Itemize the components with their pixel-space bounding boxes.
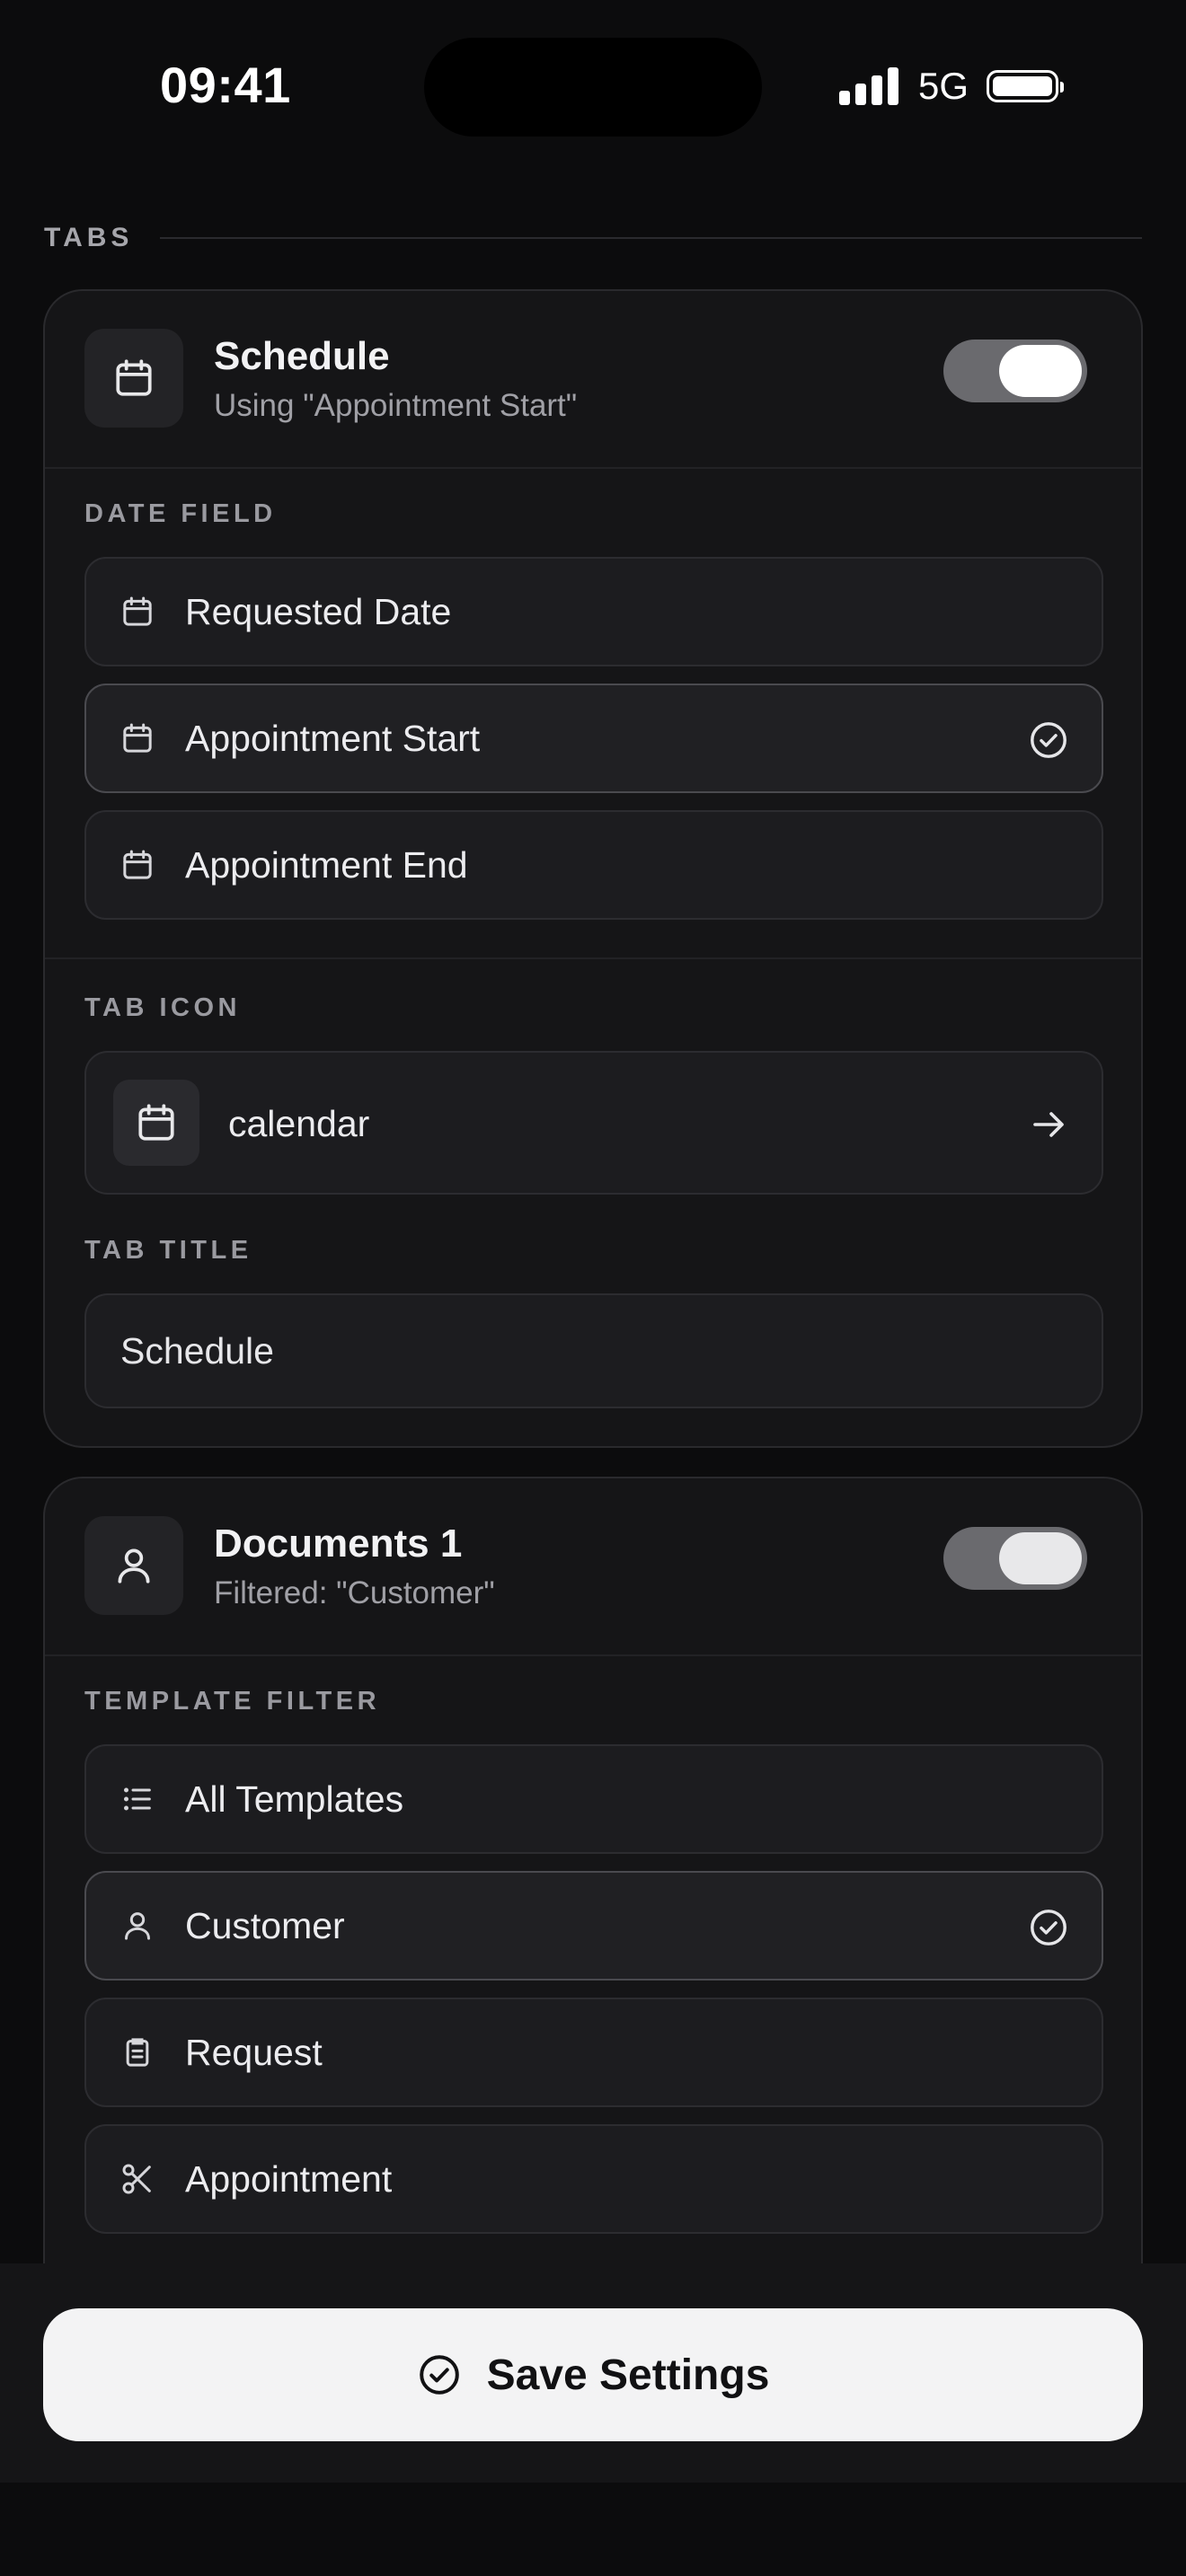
- toggle-knob: [999, 345, 1082, 397]
- arrow-right-icon: [1033, 1112, 1064, 1137]
- check-circle-icon: [1031, 1910, 1067, 1945]
- card-divider: [45, 957, 1141, 959]
- tab-subtitle: Filtered: "Customer": [214, 1575, 495, 1610]
- date-option-requested-date[interactable]: Requested Date: [84, 557, 1103, 666]
- dynamic-island: [424, 38, 762, 137]
- filter-option-request[interactable]: Request: [84, 1998, 1103, 2107]
- status-time: 09:41: [160, 57, 291, 113]
- tab-title-input[interactable]: Schedule: [84, 1293, 1103, 1408]
- option-label: Request: [185, 2031, 323, 2073]
- footer-bar: Save Settings: [0, 2263, 1186, 2483]
- tab-title-label: TAB TITLE: [84, 1236, 252, 1265]
- tab-title: Documents 1: [214, 1522, 463, 1566]
- tab-subtitle: Using "Appointment Start": [214, 388, 578, 423]
- date-option-appointment-end[interactable]: Appointment End: [84, 810, 1103, 920]
- list-icon: [117, 1778, 158, 1820]
- check-circle-icon: [1031, 722, 1067, 758]
- date-option-appointment-start[interactable]: Appointment Start: [84, 684, 1103, 793]
- filter-option-customer[interactable]: Customer: [84, 1871, 1103, 1981]
- option-label: Appointment Start: [185, 717, 481, 759]
- save-settings-button[interactable]: Save Settings: [43, 2308, 1143, 2441]
- date-field-label: DATE FIELD: [84, 499, 277, 528]
- calendar-icon: [117, 718, 158, 759]
- tab-icon-picker[interactable]: calendar: [84, 1051, 1103, 1195]
- option-label: Appointment: [185, 2157, 393, 2200]
- filter-option-all-templates[interactable]: All Templates: [84, 1744, 1103, 1854]
- tabs-section-header: TABS: [44, 223, 1142, 253]
- option-label: Customer: [185, 1904, 345, 1946]
- battery-icon: [987, 70, 1065, 102]
- tab-title: Schedule: [214, 334, 390, 378]
- calendar-icon: [113, 1080, 199, 1166]
- toggle-knob: [999, 1532, 1082, 1584]
- calendar-icon: [117, 591, 158, 632]
- tab-card-documents: Documents 1 Filtered: "Customer" TEMPLAT…: [43, 1477, 1143, 2375]
- tab-card-schedule: Schedule Using "Appointment Start" DATE …: [43, 289, 1143, 1448]
- tab-enabled-toggle[interactable]: [943, 1527, 1087, 1590]
- save-button-label: Save Settings: [486, 2351, 770, 2399]
- option-label: Requested Date: [185, 590, 452, 632]
- user-icon: [117, 1905, 158, 1946]
- user-icon: [84, 1516, 183, 1615]
- signal-icon: [839, 67, 898, 105]
- tab-enabled-toggle[interactable]: [943, 340, 1087, 402]
- card-header: Schedule Using "Appointment Start": [45, 291, 1141, 469]
- card-header: Documents 1 Filtered: "Customer": [45, 1478, 1141, 1656]
- clipboard-icon: [117, 2032, 158, 2073]
- option-label: Appointment End: [185, 843, 468, 886]
- status-bar: 09:41 5G: [0, 0, 1186, 171]
- section-divider: [160, 237, 1142, 239]
- tab-icon-value: calendar: [228, 1103, 370, 1144]
- option-label: All Templates: [185, 1778, 404, 1820]
- calendar-icon: [84, 329, 183, 428]
- filter-option-appointment[interactable]: Appointment: [84, 2124, 1103, 2234]
- check-circle-icon: [419, 2355, 459, 2395]
- template-filter-label: TEMPLATE FILTER: [84, 1687, 381, 1716]
- status-indicators: 5G: [839, 65, 1065, 108]
- calendar-icon: [117, 844, 158, 886]
- network-type: 5G: [918, 65, 969, 107]
- tab-icon-label: TAB ICON: [84, 993, 242, 1022]
- scissors-icon: [117, 2158, 158, 2200]
- section-label: TABS: [44, 223, 134, 252]
